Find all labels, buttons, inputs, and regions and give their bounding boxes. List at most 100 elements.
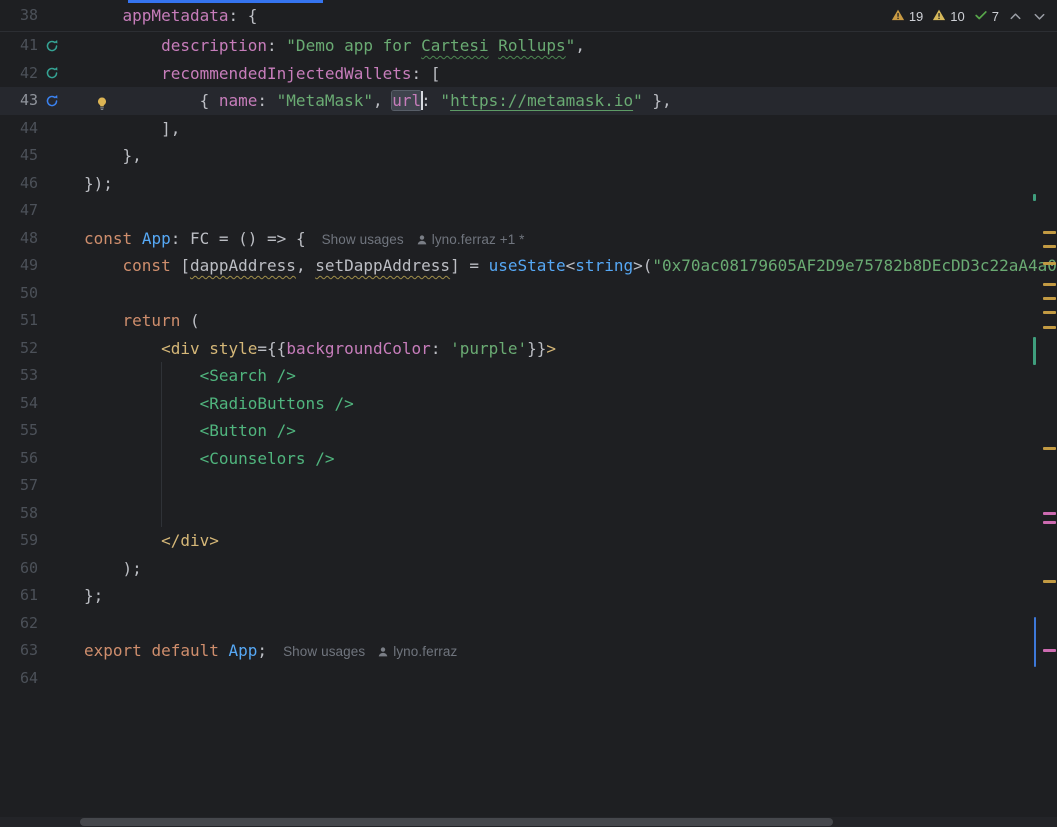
line-number[interactable]: 57 xyxy=(0,472,38,500)
teal-circular-arrow-icon[interactable] xyxy=(45,66,60,81)
code-content[interactable] xyxy=(80,197,1057,225)
line-number[interactable]: 62 xyxy=(0,610,38,638)
show-usages-hint[interactable]: Show usages xyxy=(283,644,365,659)
code-line-64[interactable]: 64 xyxy=(0,665,1057,693)
code-content[interactable]: </div> xyxy=(80,527,1057,555)
line-number[interactable]: 56 xyxy=(0,445,38,473)
code-line-41[interactable]: 41 description: "Demo app for Cartesi Ro… xyxy=(0,32,1057,60)
check-icon[interactable] xyxy=(974,8,988,25)
line-number[interactable]: 50 xyxy=(0,280,38,308)
code-line-43[interactable]: 43 { name: "MetaMask", url: "https://met… xyxy=(0,87,1057,115)
line-number[interactable]: 41 xyxy=(0,32,38,60)
author-annotation[interactable]: lyno.ferraz +1 * xyxy=(416,232,525,247)
line-number[interactable]: 63 xyxy=(0,637,38,665)
code-token: "Demo app for xyxy=(286,36,422,55)
chevron-down-icon[interactable] xyxy=(1032,9,1047,24)
code-content[interactable]: return ( xyxy=(80,307,1057,335)
code-content[interactable]: recommendedInjectedWallets: [ xyxy=(80,60,1057,88)
code-content[interactable] xyxy=(80,610,1057,638)
line-number[interactable]: 44 xyxy=(0,115,38,143)
author-annotation[interactable]: lyno.ferraz xyxy=(377,644,457,659)
code-content[interactable]: const [dappAddress, setDappAddress] = us… xyxy=(80,252,1057,280)
code-line-52[interactable]: 52 <div style={{backgroundColor: 'purple… xyxy=(0,335,1057,363)
line-number[interactable]: 54 xyxy=(0,390,38,418)
code-content[interactable]: <Button /> xyxy=(80,417,1057,445)
code-line-53[interactable]: 53 <Search /> xyxy=(0,362,1057,390)
line-number[interactable]: 60 xyxy=(0,555,38,583)
code-line-59[interactable]: 59 </div> xyxy=(0,527,1057,555)
teal-circular-arrow-icon[interactable] xyxy=(45,38,60,53)
code-line-51[interactable]: 51 return ( xyxy=(0,307,1057,335)
code-line-62[interactable]: 62 xyxy=(0,610,1057,638)
code-line-47[interactable]: 47 xyxy=(0,197,1057,225)
warning-triangle-icon[interactable] xyxy=(932,8,946,25)
code-content[interactable]: <Counselors /> xyxy=(80,444,1057,472)
code-content[interactable]: <RadioButtons /> xyxy=(80,389,1057,417)
code-token: Cartesi xyxy=(421,36,489,55)
gutter: 44 xyxy=(0,115,80,143)
line-number[interactable]: 43 xyxy=(0,87,38,115)
horizontal-scrollbar[interactable] xyxy=(0,817,1057,827)
code-content[interactable]: <Search /> xyxy=(80,362,1057,390)
code-content[interactable]: }, xyxy=(80,142,1057,170)
code-line-63[interactable]: 63 export default App; Show usages lyno.fer… xyxy=(0,637,1057,665)
warning-triangle-icon[interactable] xyxy=(891,8,905,25)
line-number[interactable]: 47 xyxy=(0,197,38,225)
intention-bulb-icon[interactable] xyxy=(95,93,110,110)
line-number[interactable]: 38 xyxy=(0,0,38,31)
code-line-50[interactable]: 50 xyxy=(0,280,1057,308)
code-line-42[interactable]: 42 recommendedInjectedWallets: [ xyxy=(0,60,1057,88)
code-line-46[interactable]: 46}); xyxy=(0,170,1057,198)
line-number[interactable]: 52 xyxy=(0,335,38,363)
code-content[interactable]: <div style={{backgroundColor: 'purple'}}… xyxy=(80,335,1057,363)
line-number[interactable]: 53 xyxy=(0,362,38,390)
code-content[interactable] xyxy=(80,280,1057,308)
code-content[interactable]: }; xyxy=(80,582,1057,610)
code-line-60[interactable]: 60 ); xyxy=(0,555,1057,583)
code-line-48[interactable]: 48 const App: FC = () => {Show usages lyno… xyxy=(0,225,1057,253)
code-content[interactable]: ], xyxy=(80,115,1057,143)
code-content[interactable]: }); xyxy=(80,170,1057,198)
code-line-55[interactable]: 55 <Button /> xyxy=(0,417,1057,445)
code-line-61[interactable]: 61}; xyxy=(0,582,1057,610)
code-content[interactable]: { name: "MetaMask", url: "https://metama… xyxy=(80,87,1057,115)
code-token: 'purple' xyxy=(450,338,528,358)
code-token: export xyxy=(84,641,142,660)
line-number[interactable]: 45 xyxy=(0,142,38,170)
code-line-49[interactable]: 49 const [dappAddress, setDappAddress] =… xyxy=(0,252,1057,280)
code-content[interactable]: ); xyxy=(80,555,1057,583)
code-token: recommendedInjectedWallets xyxy=(161,63,412,83)
line-number[interactable]: 48 xyxy=(0,225,38,253)
code-content[interactable] xyxy=(80,472,1057,500)
blue-circular-arrow-icon[interactable] xyxy=(45,93,60,108)
line-number[interactable]: 49 xyxy=(0,252,38,280)
code-content[interactable]: const App: FC = () => {Show usages lyno.f… xyxy=(80,225,1057,253)
code-line-44[interactable]: 44 ], xyxy=(0,115,1057,143)
gutter: 56 xyxy=(0,445,80,473)
code-line-56[interactable]: 56 <Counselors /> xyxy=(0,444,1057,473)
code-content[interactable]: description: "Demo app for Cartesi Rollu… xyxy=(80,32,1057,60)
code-line-45[interactable]: 45 }, xyxy=(0,142,1057,170)
code-content[interactable] xyxy=(80,499,1057,527)
line-number[interactable]: 51 xyxy=(0,307,38,335)
line-number[interactable]: 46 xyxy=(0,170,38,198)
code-content[interactable] xyxy=(80,665,1057,693)
line-number[interactable]: 64 xyxy=(0,665,38,693)
line-number[interactable]: 58 xyxy=(0,500,38,528)
code-content[interactable]: export default App; Show usages lyno.ferra… xyxy=(80,637,1057,665)
gutter: 63 xyxy=(0,637,80,665)
line-number[interactable]: 61 xyxy=(0,582,38,610)
line-number[interactable]: 55 xyxy=(0,417,38,445)
code-line-54[interactable]: 54 <RadioButtons /> xyxy=(0,389,1057,418)
show-usages-hint[interactable]: Show usages xyxy=(322,232,404,247)
line-number[interactable]: 59 xyxy=(0,527,38,555)
code-line-58[interactable]: 58 xyxy=(0,499,1057,528)
code-token: [ xyxy=(170,256,190,275)
code-line-57[interactable]: 57 xyxy=(0,472,1057,500)
chevron-up-icon[interactable] xyxy=(1008,9,1023,24)
line-number[interactable]: 42 xyxy=(0,60,38,88)
horizontal-scrollbar-thumb[interactable] xyxy=(80,818,833,826)
